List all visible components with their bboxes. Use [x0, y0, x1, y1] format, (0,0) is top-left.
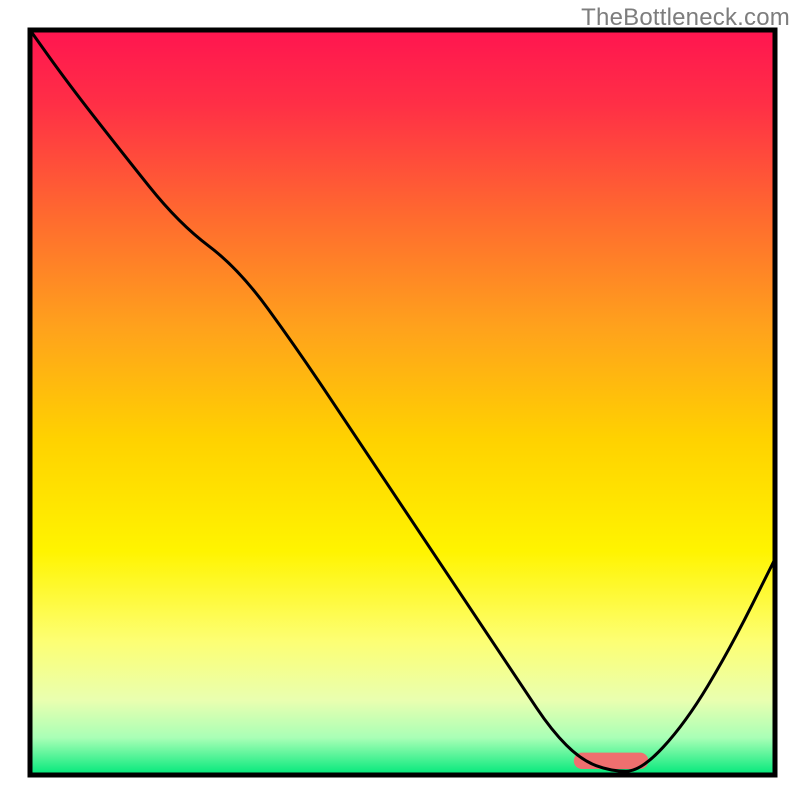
watermark-text: TheBottleneck.com — [581, 4, 790, 32]
chart-frame: TheBottleneck.com — [0, 0, 800, 800]
bottleneck-chart — [0, 0, 800, 800]
chart-background-gradient — [30, 30, 775, 775]
